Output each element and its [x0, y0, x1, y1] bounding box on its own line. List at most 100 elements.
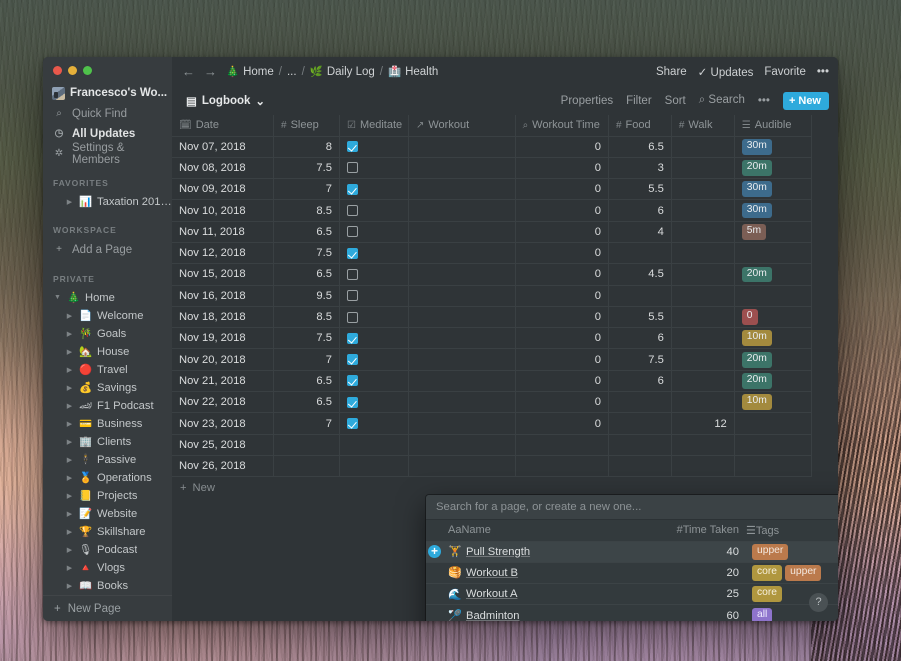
checkbox-icon[interactable] — [346, 226, 358, 238]
cell-sleep[interactable]: 8.5 — [273, 306, 340, 329]
checkbox-icon[interactable] — [346, 205, 358, 217]
cell-food[interactable] — [608, 434, 672, 456]
cell-food[interactable]: 6 — [608, 327, 672, 350]
cell-audible[interactable]: 10m — [734, 327, 813, 350]
checkbox-icon[interactable] — [346, 396, 358, 408]
table-row[interactable]: Nov 21, 2018 6.5 0 6 20m — [172, 370, 813, 393]
cell-workout-time[interactable]: 0 — [515, 348, 609, 371]
cell-date[interactable]: Nov 10, 2018 — [172, 199, 274, 222]
chevron-right-icon[interactable]: ▶ — [65, 312, 74, 320]
cell-date[interactable]: Nov 19, 2018 — [172, 327, 274, 350]
popup-cell-name[interactable]: 🏸 Badminton — [426, 604, 641, 621]
cell-date[interactable]: Nov 22, 2018 — [172, 391, 274, 414]
cell-audible[interactable]: 20m — [734, 348, 813, 371]
cell-food[interactable]: 3 — [608, 157, 672, 180]
sidebar-page-home[interactable]: ▼ 🎄 Home — [43, 289, 172, 307]
cell-sleep[interactable]: 7.5 — [273, 242, 340, 265]
checkbox-icon[interactable] — [346, 332, 358, 344]
cell-workout[interactable] — [408, 455, 516, 478]
cell-date[interactable]: Nov 18, 2018 — [172, 306, 274, 329]
popup-result-row[interactable]: 🏸 Badminton 60 all — [426, 604, 838, 621]
cell-date[interactable]: Nov 26, 2018 — [172, 455, 274, 478]
cell-date[interactable]: Nov 20, 2018 — [172, 348, 274, 371]
cell-meditate[interactable] — [339, 370, 409, 393]
cell-audible[interactable]: 20m — [734, 370, 813, 393]
updates-button[interactable]: ✓ Updates — [698, 65, 754, 79]
cell-sleep[interactable]: 6.5 — [273, 263, 340, 286]
sort-button[interactable]: Sort — [665, 95, 686, 107]
cell-audible[interactable]: 10m — [734, 391, 813, 414]
popup-cell-time-taken[interactable]: 40 — [641, 541, 746, 563]
minimize-window-button[interactable] — [68, 66, 77, 75]
cell-date[interactable]: Nov 15, 2018 — [172, 263, 274, 286]
cell-date[interactable]: Nov 09, 2018 — [172, 178, 274, 201]
table-row[interactable]: Nov 23, 2018 7 0 12 — [172, 412, 813, 435]
cell-workout-time[interactable]: 0 — [515, 370, 609, 393]
table-row[interactable]: Nov 09, 2018 7 0 5.5 30m — [172, 178, 813, 201]
column-header-date[interactable]: 🗓 Date — [172, 115, 274, 137]
close-window-button[interactable] — [53, 66, 62, 75]
chevron-right-icon[interactable]: ▶ — [65, 456, 74, 464]
breadcrumb-item-health[interactable]: 🏥 Health — [388, 65, 438, 79]
cell-sleep[interactable]: 6.5 — [273, 221, 340, 243]
cell-meditate[interactable] — [339, 306, 409, 329]
sidebar-scroll-area[interactable]: ⌕ Quick Find ◷ All Updates ✲ Settings & … — [43, 104, 172, 595]
chevron-right-icon[interactable]: ▶ — [65, 198, 74, 206]
cell-food[interactable] — [608, 455, 672, 478]
forward-button[interactable]: → — [204, 64, 217, 79]
back-button[interactable]: ← — [182, 64, 195, 79]
sidebar-page-operations[interactable]: ▶ 🏅 Operations — [43, 469, 172, 487]
column-header-audible[interactable]: ☰ Audible — [734, 115, 813, 137]
sidebar-item-quick-find[interactable]: ⌕ Quick Find — [43, 104, 172, 124]
cell-meditate[interactable] — [339, 242, 409, 265]
table-row[interactable]: Nov 15, 2018 6.5 0 4.5 20m — [172, 263, 813, 286]
table-row[interactable]: Nov 16, 2018 9.5 0 — [172, 285, 813, 307]
view-tab-logbook[interactable]: ▤ Logbook ⌄ — [186, 94, 265, 108]
cell-workout-time[interactable]: 0 — [515, 391, 609, 414]
cell-sleep[interactable]: 7 — [273, 178, 340, 201]
breadcrumb-item-home[interactable]: 🎄 Home — [226, 65, 274, 79]
cell-walk[interactable]: 12 — [671, 412, 735, 435]
popup-result-row[interactable]: + 🏋 Pull Strength 40 upper — [426, 541, 838, 563]
chevron-right-icon[interactable]: ▶ — [65, 384, 74, 392]
sidebar-page-website[interactable]: ▶ 📝 Website — [43, 505, 172, 523]
relation-search-row[interactable]: Search for a page, or create a new one..… — [426, 495, 838, 520]
popup-column-header-name[interactable]: AaName — [426, 520, 641, 542]
cell-workout[interactable] — [408, 306, 516, 329]
cell-audible[interactable]: 5m — [734, 221, 813, 243]
cell-sleep[interactable]: 8.5 — [273, 199, 340, 222]
cell-walk[interactable] — [671, 434, 735, 456]
cell-workout-time[interactable]: 0 — [515, 221, 609, 243]
cell-meditate[interactable] — [339, 327, 409, 350]
cell-workout[interactable] — [408, 327, 516, 350]
cell-workout[interactable] — [408, 136, 516, 158]
sidebar-page-welcome[interactable]: ▶ 📄 Welcome — [43, 307, 172, 325]
cell-sleep[interactable] — [273, 455, 340, 478]
cell-food[interactable]: 6 — [608, 370, 672, 393]
chevron-right-icon[interactable]: ▶ — [65, 510, 74, 518]
cell-audible[interactable]: 0 — [734, 306, 813, 329]
chevron-right-icon[interactable]: ▶ — [65, 330, 74, 338]
sidebar-page-podcast[interactable]: ▶ 🎙 Podcast — [43, 541, 172, 559]
cell-audible[interactable]: 30m — [734, 178, 813, 201]
database-table-wrapper[interactable]: 🗓 Date # Sleep ☑ Meditate ↗ Workout ⌕ Workout Tim… — [172, 115, 838, 621]
relation-search-input[interactable]: Search for a page, or create a new one..… — [436, 501, 641, 513]
table-row[interactable]: Nov 10, 2018 8.5 0 6 30m — [172, 199, 813, 222]
cell-walk[interactable] — [671, 455, 735, 478]
cell-sleep[interactable]: 7.5 — [273, 157, 340, 180]
cell-walk[interactable] — [671, 221, 735, 243]
popup-cell-tags[interactable]: upper — [746, 541, 838, 563]
table-row[interactable]: Nov 08, 2018 7.5 0 3 20m — [172, 157, 813, 180]
breadcrumb-item-daily-log[interactable]: 🌿 Daily Log — [310, 65, 375, 79]
cell-workout[interactable] — [408, 412, 516, 435]
cell-workout-time[interactable]: 0 — [515, 412, 609, 435]
chevron-right-icon[interactable]: ▶ — [65, 492, 74, 500]
cell-workout-time[interactable]: 0 — [515, 285, 609, 307]
sidebar-page-books[interactable]: ▶ 📖 Books — [43, 577, 172, 595]
cell-meditate[interactable] — [339, 348, 409, 371]
chevron-right-icon[interactable]: ▶ — [65, 420, 74, 428]
cell-workout[interactable] — [408, 263, 516, 286]
cell-walk[interactable] — [671, 285, 735, 307]
cell-meditate[interactable] — [339, 178, 409, 201]
chevron-right-icon[interactable]: ▶ — [65, 348, 74, 356]
